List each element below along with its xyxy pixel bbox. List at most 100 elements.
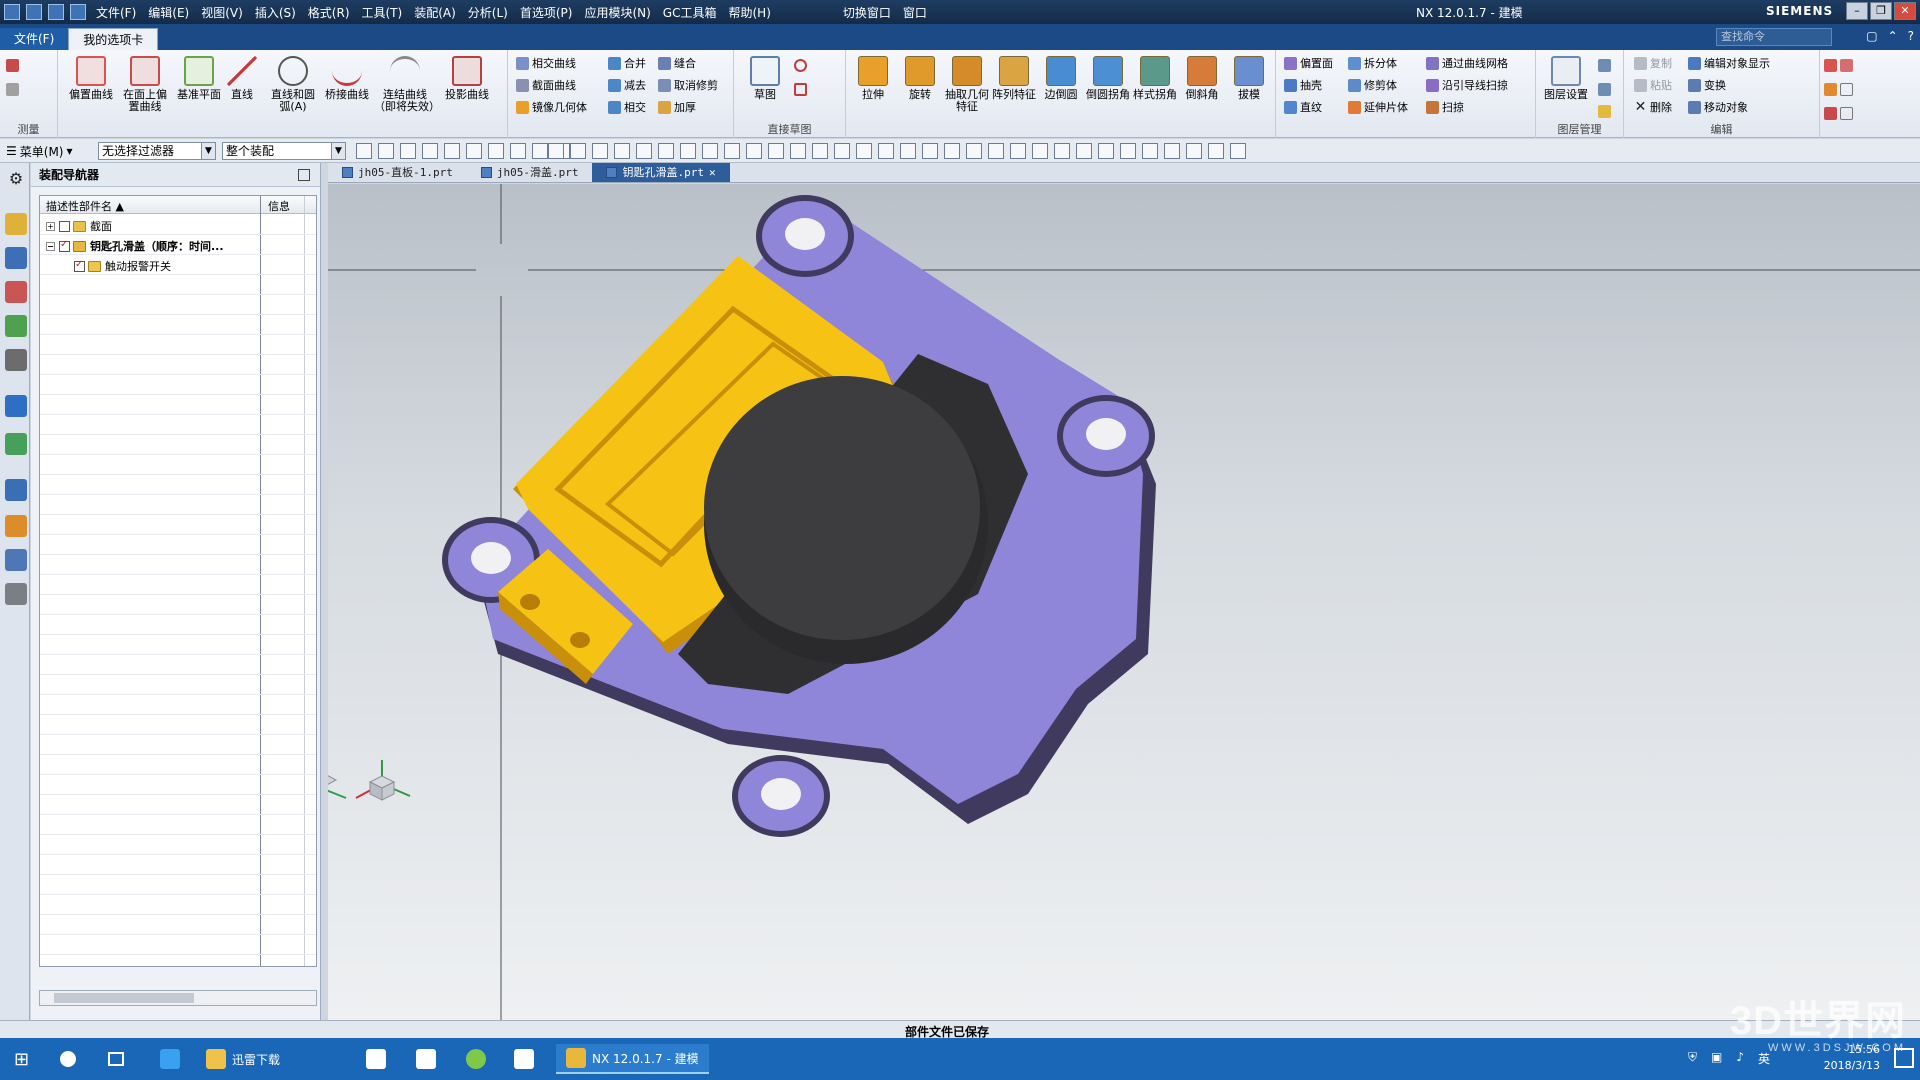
menu-gc-toolkit[interactable]: GC工具箱 — [663, 4, 717, 21]
offset-in-face-button[interactable]: 在面上偏置曲线 — [118, 56, 172, 113]
selection-tool-icon[interactable] — [444, 143, 460, 159]
selection-tool-icon[interactable] — [614, 143, 630, 159]
selection-tool-icon[interactable] — [1208, 143, 1224, 159]
selection-tool-icon[interactable] — [966, 143, 982, 159]
tree-row-root-assembly[interactable]: − 钥匙孔滑盖（顺序：时间... — [40, 236, 316, 256]
selection-tool-icon[interactable] — [988, 143, 1004, 159]
measure-angle-button[interactable] — [6, 80, 19, 98]
gear-icon[interactable]: ⚙ — [5, 169, 27, 191]
selection-tool-icon[interactable] — [812, 143, 828, 159]
menu-tools[interactable]: 工具(T) — [362, 4, 403, 21]
role-icon[interactable] — [5, 549, 27, 571]
layer-folder-button[interactable] — [1598, 102, 1611, 120]
selection-tool-icon[interactable] — [488, 143, 504, 159]
unite-button[interactable]: 合并 — [608, 54, 646, 72]
graphics-window[interactable] — [328, 184, 1920, 1020]
full-screen-icon[interactable]: ▢ — [1866, 29, 1877, 43]
clock-icon[interactable] — [5, 479, 27, 501]
bridge-curve-button[interactable]: 桥接曲线 — [320, 56, 374, 101]
selection-tool-icon[interactable] — [944, 143, 960, 159]
maximize-icon[interactable] — [298, 169, 310, 181]
help-icon[interactable]: ? — [1908, 29, 1914, 43]
switch-window-button[interactable]: 切换窗口 — [843, 4, 891, 21]
column-header-name[interactable]: 描述性部件名 ▲ — [46, 198, 124, 214]
column-header-info[interactable]: 信息 — [268, 198, 290, 214]
tree-row-section[interactable]: + 截面 — [40, 216, 316, 236]
selection-tool-icon[interactable] — [510, 143, 526, 159]
network-icon[interactable]: ▣ — [1711, 1050, 1722, 1067]
copy-button[interactable]: 复制 — [1634, 54, 1672, 72]
doc-tab[interactable]: jh05-直板-1.prt — [328, 163, 467, 182]
part-navigator-icon[interactable] — [5, 281, 27, 303]
selection-tool-icon[interactable] — [658, 143, 674, 159]
edge-button[interactable] — [160, 1044, 180, 1074]
sew-button[interactable]: 缝合 — [658, 54, 696, 72]
tree-row-component[interactable]: 触动报警开关 — [40, 256, 316, 276]
feature-button[interactable]: 旋转 — [897, 56, 943, 101]
feature-button[interactable]: 样式拐角 — [1132, 56, 1178, 101]
layer-settings-button[interactable]: 图层设置 — [1538, 56, 1594, 101]
feature-button[interactable]: 倒圆拐角 — [1085, 56, 1131, 101]
paste-button[interactable]: 粘贴 — [1634, 76, 1672, 94]
task-view-button[interactable] — [108, 1044, 124, 1074]
tab-file[interactable]: 文件(F) — [0, 28, 69, 50]
menu-application[interactable]: 应用模块(N) — [584, 4, 650, 21]
sketch-curve-button[interactable] — [794, 56, 807, 74]
feature-button[interactable]: 阵列特征 — [991, 56, 1037, 101]
close-button[interactable]: ✕ — [1894, 2, 1916, 20]
tab-my-tab[interactable]: 我的选项卡 — [68, 28, 159, 50]
selection-tool-icon[interactable] — [1230, 143, 1246, 159]
project-curve-button[interactable]: 投影曲线 — [440, 56, 494, 101]
mail-button[interactable] — [416, 1044, 436, 1074]
save-icon[interactable] — [26, 4, 42, 20]
selection-tool-icon[interactable] — [856, 143, 872, 159]
scope-select[interactable]: 整个装配 ▼ — [222, 142, 346, 160]
menu-analysis[interactable]: 分析(L) — [468, 4, 508, 21]
selection-tool-icon[interactable] — [790, 143, 806, 159]
undo-icon[interactable] — [48, 4, 64, 20]
history-icon[interactable] — [5, 433, 27, 455]
constraint-navigator-icon[interactable] — [5, 247, 27, 269]
taskbar-app-nx[interactable]: NX 12.0.1.7 - 建模 — [556, 1044, 709, 1074]
minimize-button[interactable]: – — [1846, 2, 1868, 20]
offset-face-button[interactable]: 偏置面 — [1284, 54, 1333, 72]
selection-tool-icon[interactable] — [680, 143, 696, 159]
selection-tool-icon[interactable] — [570, 143, 586, 159]
ruled-button[interactable]: 直纹 — [1284, 98, 1322, 116]
selection-tool-icon[interactable] — [378, 143, 394, 159]
split-body-button[interactable]: 拆分体 — [1348, 54, 1397, 72]
command-search-input[interactable]: 查找命令 — [1716, 28, 1832, 46]
section-curve-button[interactable]: 截面曲线 — [516, 76, 576, 94]
browser-button[interactable] — [466, 1044, 486, 1074]
visibility-checkbox[interactable] — [74, 259, 85, 272]
palette-icon[interactable] — [5, 515, 27, 537]
selection-tool-icon[interactable] — [1076, 143, 1092, 159]
menu-insert[interactable]: 插入(S) — [255, 4, 296, 21]
feature-button[interactable]: 边倒圆 — [1038, 56, 1084, 101]
feature-button[interactable]: 拉伸 — [850, 56, 896, 101]
selection-tool-icon[interactable] — [1098, 143, 1114, 159]
selection-tool-icon[interactable] — [724, 143, 740, 159]
menu-file[interactable]: 文件(F) — [96, 4, 136, 21]
menu-help[interactable]: 帮助(H) — [728, 4, 770, 21]
horizontal-scrollbar[interactable] — [39, 990, 317, 1006]
delete-button[interactable]: ✕ 删除 — [1634, 98, 1672, 116]
collapse-icon[interactable]: − — [46, 241, 55, 251]
selection-tool-icon[interactable] — [702, 143, 718, 159]
assembly-navigator-icon[interactable] — [5, 213, 27, 235]
restore-button[interactable]: ❐ — [1870, 2, 1892, 20]
3d-model-view[interactable] — [328, 184, 1920, 1020]
cortana-button[interactable] — [60, 1044, 76, 1074]
menu-preferences[interactable]: 首选项(P) — [520, 4, 573, 21]
selection-tool-icon[interactable] — [1164, 143, 1180, 159]
shell-button[interactable]: 抽壳 — [1284, 76, 1322, 94]
feature-button[interactable]: 拔模 — [1226, 56, 1272, 101]
selection-tool-icon[interactable] — [548, 143, 564, 159]
doc-tab-active[interactable]: 钥匙孔滑盖.prt ✕ — [592, 163, 730, 182]
move-object-button[interactable]: 移动对象 — [1688, 98, 1748, 116]
selection-tool-icon[interactable] — [834, 143, 850, 159]
selection-tool-icon[interactable] — [400, 143, 416, 159]
intersect-curve-button[interactable]: 相交曲线 — [516, 54, 576, 72]
menu-edit[interactable]: 编辑(E) — [148, 4, 189, 21]
scrollbar-thumb[interactable] — [54, 993, 194, 1003]
